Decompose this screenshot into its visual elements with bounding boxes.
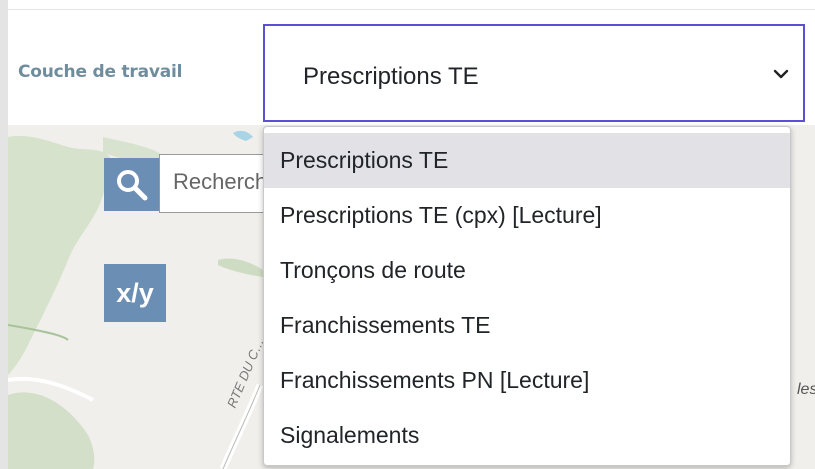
option-prescriptions-te-cpx[interactable]: Prescriptions TE (cpx) [Lecture] [264,188,790,243]
map-search-button[interactable] [104,158,159,211]
option-franchissements-pn[interactable]: Franchissements PN [Lecture] [264,353,790,408]
map-place-label: les [797,381,815,398]
working-layer-dropdown[interactable]: Prescriptions TE Prescriptions TE (cpx) … [263,126,791,466]
top-divider [8,9,815,10]
working-layer-select[interactable]: Prescriptions TE [263,24,805,122]
option-prescriptions-te[interactable]: Prescriptions TE [264,133,790,188]
select-value: Prescriptions TE [303,63,479,90]
option-franchissements-te[interactable]: Franchissements TE [264,298,790,353]
left-edge-border [0,0,8,469]
search-icon [116,169,147,200]
chevron-down-icon [773,69,789,79]
option-signalements[interactable]: Signalements [264,408,790,463]
option-troncons-de-route[interactable]: Tronçons de route [264,243,790,298]
xy-coordinates-button[interactable]: x/y [104,264,166,322]
working-layer-label: Couche de travail [18,62,183,82]
